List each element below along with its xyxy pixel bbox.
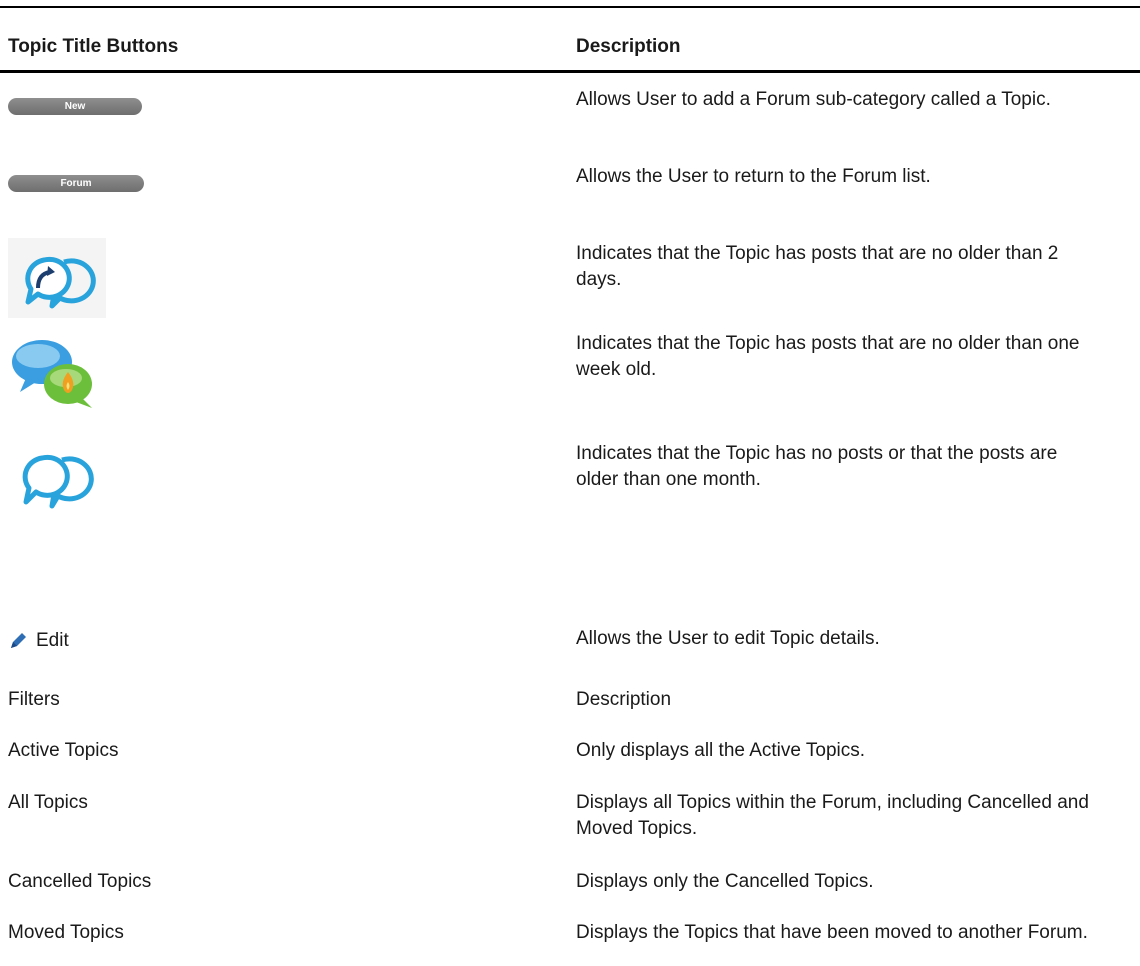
filter-active-topics: Active Topics <box>8 740 119 761</box>
edit-description: Allows the User to edit Topic details. <box>576 628 880 649</box>
hot-bubbles-icon <box>8 334 108 414</box>
column-header-description: Description <box>576 36 681 57</box>
forum-button[interactable]: Forum <box>8 175 144 192</box>
edit-button[interactable]: Edit <box>8 628 69 654</box>
filter-all-topics-description: Displays all Topics within the Forum, in… <box>576 792 1089 839</box>
filter-all-topics: All Topics <box>8 792 88 813</box>
filters-description-header: Description <box>576 689 672 710</box>
filter-moved-topics-description: Displays the Topics that have been moved… <box>576 922 1088 943</box>
filter-moved-topics: Moved Topics <box>8 922 124 943</box>
forum-description: Allows the User to return to the Forum l… <box>576 166 931 187</box>
filters-header: Filters <box>8 689 60 710</box>
empty-bubbles-icon <box>8 440 104 520</box>
reply-bubbles-description: Indicates that the Topic has posts that … <box>576 243 1059 290</box>
filter-cancelled-topics: Cancelled Topics <box>8 871 152 892</box>
new-button[interactable]: New <box>8 98 142 115</box>
pencil-icon <box>11 633 26 648</box>
column-header-topic-title-buttons: Topic Title Buttons <box>8 36 179 57</box>
header-rule <box>0 70 1140 73</box>
reply-bubbles-icon <box>8 238 106 318</box>
empty-bubbles-description: Indicates that the Topic has no posts or… <box>576 443 1058 490</box>
filter-active-topics-description: Only displays all the Active Topics. <box>576 740 866 761</box>
hot-bubbles-description: Indicates that the Topic has posts that … <box>576 333 1080 380</box>
filter-cancelled-topics-description: Displays only the Cancelled Topics. <box>576 871 874 892</box>
new-description: Allows User to add a Forum sub-category … <box>576 89 1051 110</box>
table-top-rule <box>0 6 1140 8</box>
edit-label: Edit <box>36 630 69 651</box>
